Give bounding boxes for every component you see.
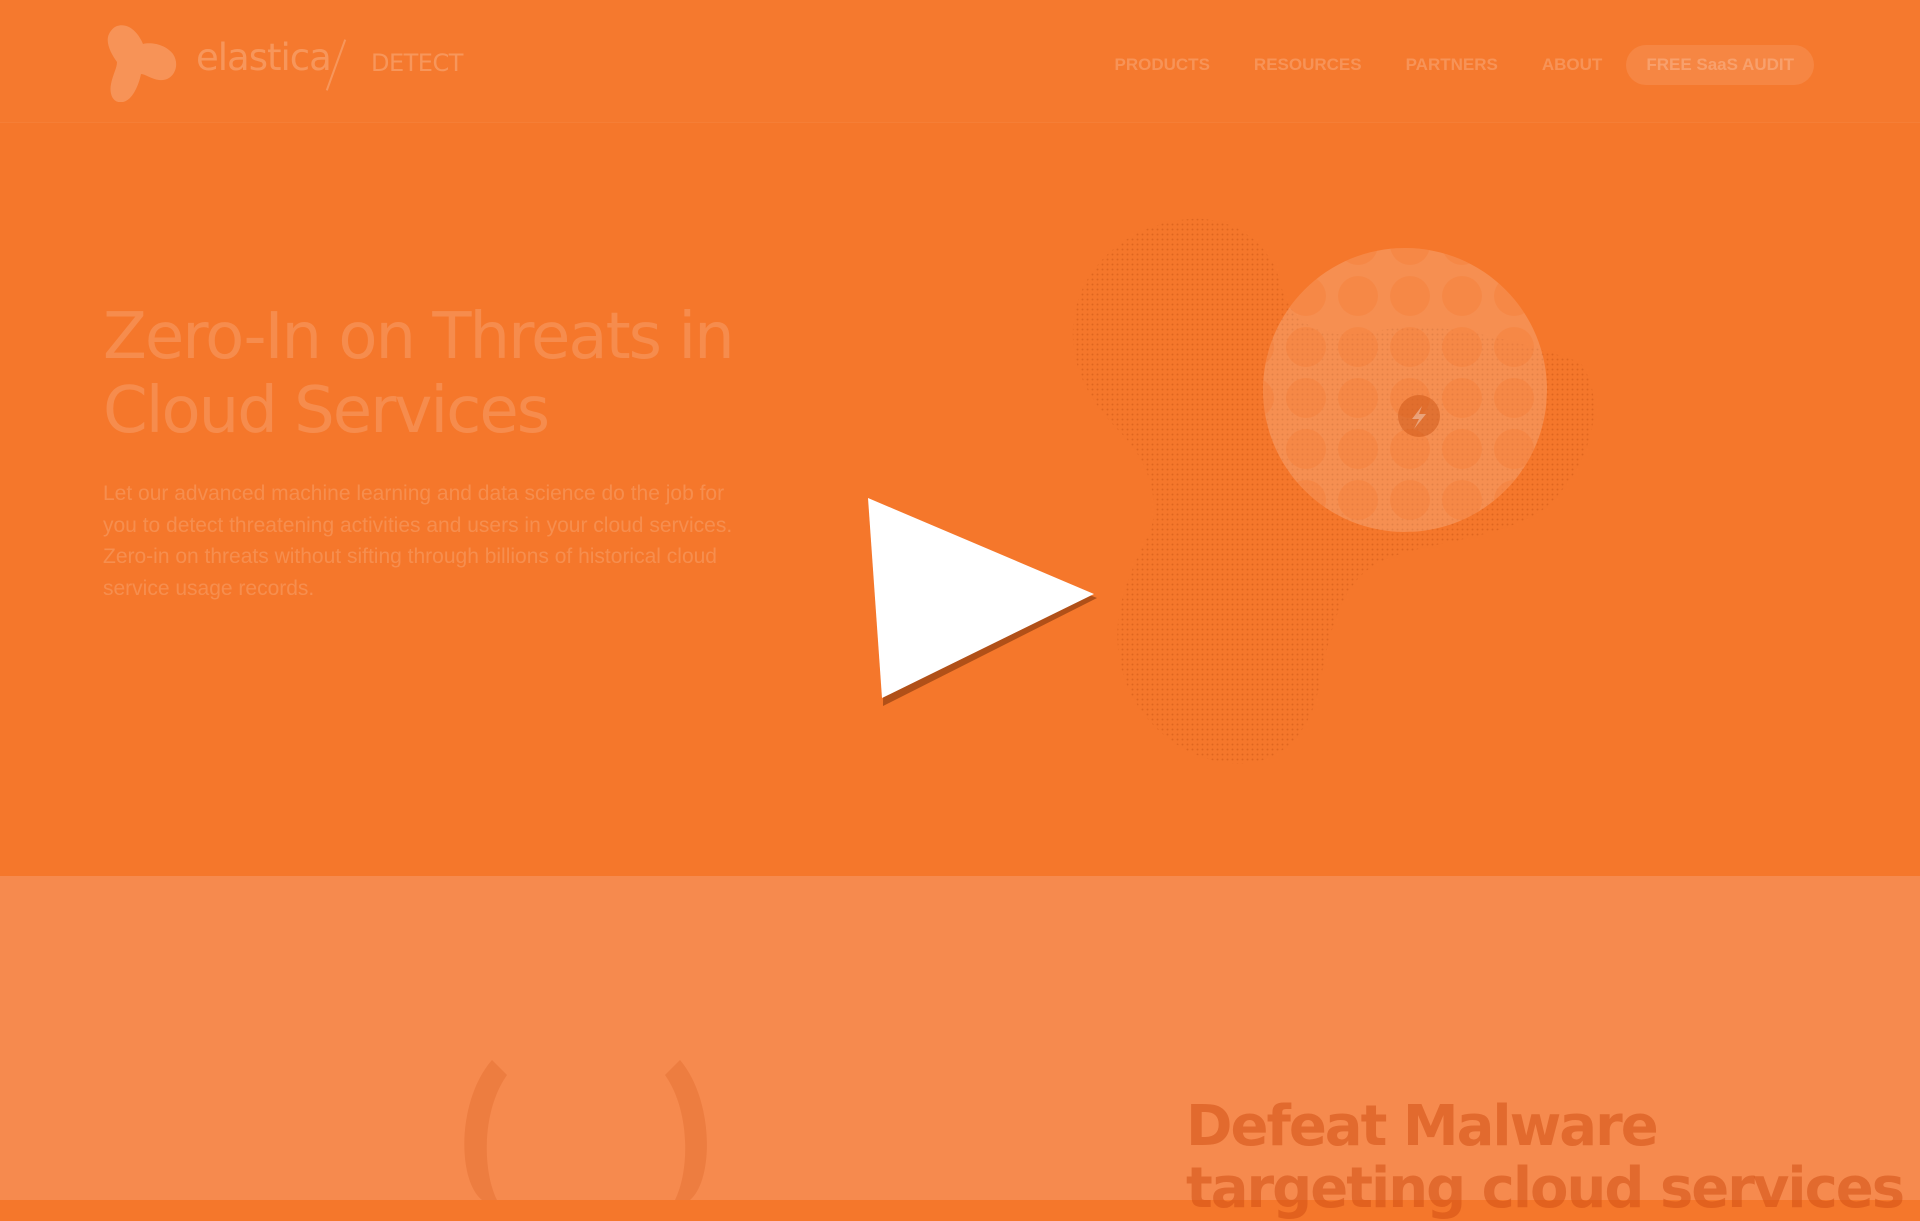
malware-illustration (464, 1060, 707, 1200)
hero-title: Zero-In on Threats in Cloud Services (103, 300, 763, 448)
play-video-button[interactable] (860, 490, 1100, 710)
nav-item-about[interactable]: ABOUT (1542, 55, 1602, 75)
nav-item-partners[interactable]: PARTNERS (1406, 55, 1498, 75)
play-icon (868, 498, 1094, 698)
hero-description: Let our advanced machine learning and da… (103, 482, 733, 600)
top-navigation: elastica DETECT PRODUCTS RESOURCES PARTN… (0, 0, 1920, 123)
section2-title-line-1: Defeat Malware (1186, 1094, 1659, 1159)
elastica-logo-icon (107, 25, 177, 102)
section2-title-line-2: targeting cloud services (1186, 1156, 1905, 1221)
nav-item-resources[interactable]: RESOURCES (1254, 55, 1362, 75)
logo-product-name: DETECT (371, 49, 463, 77)
logo-wordmark: elastica (196, 36, 332, 79)
hero-title-line-1: Zero-In on Threats in (103, 300, 735, 374)
hero-title-line-2: Cloud Services (103, 374, 550, 448)
nav-item-products[interactable]: PRODUCTS (1115, 55, 1210, 75)
free-saas-audit-button[interactable]: FREE SaaS AUDIT (1626, 45, 1814, 85)
brand-logo[interactable]: elastica DETECT (103, 24, 463, 104)
nav-menu: PRODUCTS RESOURCES PARTNERS ABOUT FREE S… (1071, 45, 1814, 85)
section2-title: Defeat Malware targeting cloud services (1186, 1094, 1905, 1220)
hero-section: elastica DETECT PRODUCTS RESOURCES PARTN… (0, 0, 1920, 876)
threat-detection-illustration (1072, 218, 1595, 764)
